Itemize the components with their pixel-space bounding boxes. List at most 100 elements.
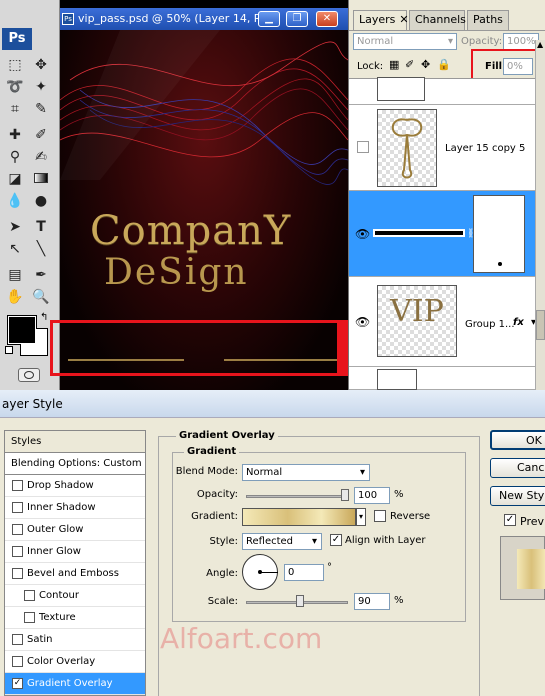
opacity-slider[interactable] xyxy=(246,495,348,498)
notes-tool-icon[interactable]: ▤ xyxy=(4,264,26,286)
style-item-color-overlay[interactable]: Color Overlay xyxy=(5,651,145,673)
blend-mode-select[interactable]: Normal ▾ xyxy=(353,33,457,50)
slice-tool-icon[interactable]: ✎ xyxy=(30,98,52,120)
visibility-toggle[interactable] xyxy=(357,141,369,153)
layer-mask-thumbnail xyxy=(473,195,525,273)
lock-all-icon[interactable]: 🔒 xyxy=(437,58,451,71)
gradient-tool-icon[interactable] xyxy=(30,168,52,190)
layer-thumbnail: VIP xyxy=(377,285,457,357)
blending-options[interactable]: Blending Options: Custom xyxy=(5,453,145,475)
scroll-up-arrow-icon: ▲ xyxy=(537,40,544,49)
scale-label: Scale: xyxy=(207,596,238,607)
gradient-dropdown-arrow-icon[interactable]: ▾ xyxy=(356,508,366,526)
gradient-preview[interactable] xyxy=(242,508,356,526)
document-title-bar[interactable]: Ps vip_pass.psd @ 50% (Layer 14, R... ▁ … xyxy=(60,8,348,30)
opacity-label: Opacity: xyxy=(196,489,238,500)
default-colors-icon[interactable] xyxy=(5,346,13,354)
lock-position-icon[interactable]: ✥ xyxy=(421,58,430,71)
type-tool-icon[interactable]: T xyxy=(30,216,52,238)
eye-icon[interactable]: 👁 xyxy=(355,227,370,241)
tab-layers[interactable]: Layers ✕ xyxy=(353,10,409,30)
layer-row[interactable] xyxy=(349,367,545,390)
highlight-box-canvas-edge xyxy=(338,320,348,376)
blur-tool-icon[interactable]: 💧 xyxy=(4,190,26,212)
layer-thumbnail xyxy=(377,109,437,187)
tab-channels[interactable]: Channels xyxy=(409,10,466,30)
gradient-label: Gradient: xyxy=(191,511,238,522)
lasso-tool-icon[interactable]: ➰ xyxy=(4,76,26,98)
style-item-texture[interactable]: Texture xyxy=(5,607,145,629)
crop-tool-icon[interactable]: ⌗ xyxy=(4,98,26,120)
style-item-contour[interactable]: Contour xyxy=(5,585,145,607)
styles-header[interactable]: Styles xyxy=(5,431,145,453)
fx-icon[interactable]: fx xyxy=(513,317,524,328)
eye-icon[interactable]: 👁 xyxy=(355,315,370,329)
eraser-tool-icon[interactable]: ◪ xyxy=(4,168,26,190)
dodge-tool-icon[interactable]: ● xyxy=(30,190,52,212)
opacity-input[interactable]: 100 xyxy=(354,487,390,504)
blend-mode-select[interactable]: Normal ▾ xyxy=(242,464,370,481)
checkbox-checked: ✓ xyxy=(12,678,23,689)
layers-panel: Layers ✕ Channels Paths Normal ▾ Opacity: … xyxy=(348,0,545,390)
layer-row-selected[interactable]: 👁 ⛓ xyxy=(349,191,545,277)
style-item-bevel-emboss[interactable]: Bevel and Emboss xyxy=(5,563,145,585)
style-item-inner-glow[interactable]: Inner Glow xyxy=(5,541,145,563)
lock-transparency-icon[interactable]: ▦ xyxy=(389,58,399,71)
move-tool-icon[interactable]: ✥ xyxy=(30,54,52,76)
layer-row[interactable]: 👁 VIP Group 1... fx ▾ xyxy=(349,277,545,367)
opacity-label: Opacity: xyxy=(461,36,503,47)
marquee-tool-icon[interactable]: ⬚ xyxy=(4,54,26,76)
zoom-tool-icon[interactable]: 🔍 xyxy=(30,286,52,308)
history-brush-tool-icon[interactable]: ✍ xyxy=(30,146,52,168)
style-item-outer-glow[interactable]: Outer Glow xyxy=(5,519,145,541)
direct-selection-tool-icon[interactable]: ↖ xyxy=(4,238,26,260)
style-item-inner-shadow[interactable]: Inner Shadow xyxy=(5,497,145,519)
clone-stamp-tool-icon[interactable]: ⚲ xyxy=(4,146,26,168)
close-button[interactable]: ✕ xyxy=(316,11,338,27)
magic-wand-tool-icon[interactable]: ✦ xyxy=(30,76,52,98)
lock-pixels-icon[interactable]: ✐ xyxy=(405,58,414,71)
cancel-button[interactable]: Cance xyxy=(490,458,545,478)
brush-tool-icon[interactable]: ✐ xyxy=(30,124,52,146)
new-style-button[interactable]: New Sty xyxy=(490,486,545,506)
layer-thumbnail xyxy=(377,369,417,390)
ok-button[interactable]: OK xyxy=(490,430,545,450)
style-select[interactable]: Reflected ▾ xyxy=(242,533,322,550)
align-with-layer-label: Align with Layer xyxy=(345,535,426,546)
preview-label: Prev xyxy=(520,515,544,528)
layer-row[interactable]: Layer 15 copy 5 xyxy=(349,105,545,191)
align-with-layer-checkbox[interactable]: ✓ xyxy=(330,534,342,546)
highlight-box-canvas xyxy=(50,320,340,376)
healing-brush-tool-icon[interactable]: ✚ xyxy=(4,124,26,146)
angle-dial[interactable] xyxy=(242,554,278,590)
scale-slider-knob[interactable] xyxy=(296,595,304,607)
layers-scrollbar[interactable]: ▲ xyxy=(535,40,545,390)
layer-row[interactable] xyxy=(349,77,545,105)
maximize-button[interactable]: ❐ xyxy=(286,11,308,27)
minimize-button[interactable]: ▁ xyxy=(258,11,280,27)
hand-tool-icon[interactable]: ✋ xyxy=(4,286,26,308)
styles-list: Styles Blending Options: Custom Drop Sha… xyxy=(4,430,146,696)
style-item-satin[interactable]: Satin xyxy=(5,629,145,651)
document-title: vip_pass.psd @ 50% (Layer 14, R... xyxy=(78,12,272,25)
swap-colors-icon[interactable]: ↰ xyxy=(40,312,48,323)
style-item-drop-shadow[interactable]: Drop Shadow xyxy=(5,475,145,497)
foreground-color-front[interactable] xyxy=(8,316,36,344)
angle-input[interactable]: 0 xyxy=(284,564,324,581)
opacity-slider-knob[interactable] xyxy=(341,489,349,501)
line-tool-icon[interactable]: ╲ xyxy=(30,238,52,260)
preview-checkbox[interactable]: ✓ xyxy=(504,514,516,526)
opacity-input[interactable]: 100% xyxy=(503,33,539,50)
path-selection-tool-icon[interactable]: ➤ xyxy=(4,216,26,238)
style-item-gradient-overlay[interactable]: ✓ Gradient Overlay xyxy=(5,673,145,695)
reverse-checkbox[interactable] xyxy=(374,510,386,522)
quick-mask-button[interactable] xyxy=(18,368,40,382)
style-label: Style: xyxy=(209,536,239,547)
eyedropper-tool-icon[interactable]: ✒ xyxy=(30,264,52,286)
section-title: Gradient Overlay xyxy=(176,430,278,441)
scale-unit: % xyxy=(394,595,404,606)
tab-paths[interactable]: Paths xyxy=(467,10,509,30)
checkbox xyxy=(12,524,23,535)
watermark: Alfoart.com xyxy=(160,622,323,655)
scale-input[interactable]: 90 xyxy=(354,593,390,610)
